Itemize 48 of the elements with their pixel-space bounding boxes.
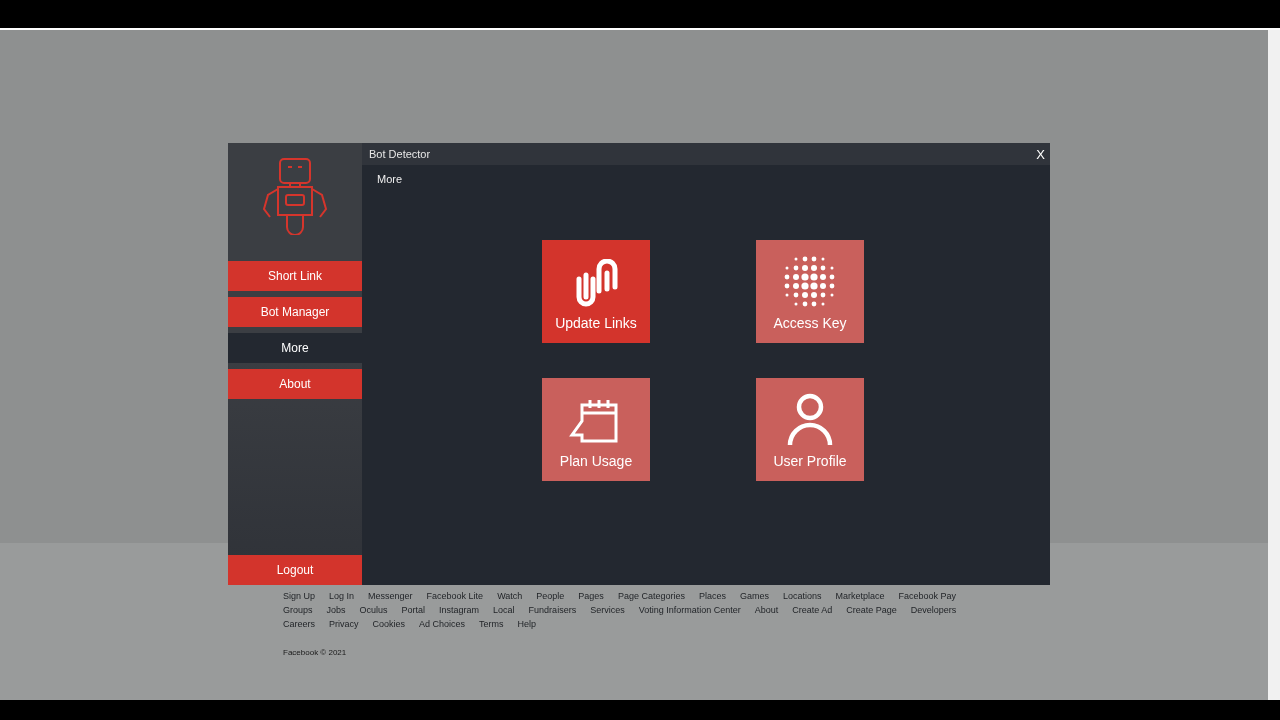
menu-tile[interactable]: Access Key [756, 240, 864, 343]
robot-icon [260, 157, 330, 235]
sidebar-item[interactable]: About [228, 369, 362, 399]
sidebar-item[interactable]: Short Link [228, 261, 362, 291]
sidebar-item[interactable]: Bot Manager [228, 297, 362, 327]
menu-tile[interactable]: User Profile [756, 378, 864, 481]
footer-link[interactable]: Messenger [368, 591, 413, 602]
menu-tile[interactable]: Update Links [542, 240, 650, 343]
footer-link[interactable]: Groups [283, 605, 313, 616]
close-button[interactable]: X [1031, 144, 1050, 164]
footer-link[interactable]: Terms [479, 619, 504, 630]
footer-link[interactable]: Log In [329, 591, 355, 602]
footer-link[interactable]: Oculus [359, 605, 388, 616]
footer-link[interactable]: Pages [578, 591, 604, 602]
footer-link[interactable]: Create Ad [792, 605, 833, 616]
footer-link[interactable]: Help [517, 619, 537, 630]
user-icon [787, 393, 833, 447]
footer-link[interactable]: Facebook Pay [898, 591, 957, 602]
dots-icon [783, 255, 837, 309]
footer-link[interactable]: Marketplace [835, 591, 885, 602]
footer-link[interactable]: Create Page [846, 605, 897, 616]
footer-link[interactable]: About [754, 605, 779, 616]
menu-tile[interactable]: Plan Usage [542, 378, 650, 481]
footer-link[interactable]: Developers [910, 605, 957, 616]
footer-link[interactable]: Locations [782, 591, 822, 602]
sidebar-item[interactable]: More [228, 333, 362, 363]
footer-link[interactable]: Voting Information Center [638, 605, 741, 616]
section-heading: More [377, 173, 403, 185]
footer-link[interactable]: Jobs [326, 605, 346, 616]
window-title: Bot Detector [369, 148, 431, 160]
footer-link[interactable]: Cookies [372, 619, 406, 630]
footer-link[interactable]: Local [493, 605, 515, 616]
copyright-text: Facebook © 2021 [283, 648, 348, 657]
footer-link[interactable]: Sign Up [283, 591, 316, 602]
footer-link[interactable]: Privacy [329, 619, 359, 630]
footer-link[interactable]: Services [590, 605, 625, 616]
footer-link[interactable]: Page Categories [617, 591, 685, 602]
footer-link[interactable]: Places [698, 591, 726, 602]
footer-link[interactable]: Portal [401, 605, 426, 616]
footer-link[interactable]: Watch [497, 591, 523, 602]
footer-link[interactable]: Games [739, 591, 769, 602]
footer-link[interactable]: Facebook Lite [426, 591, 484, 602]
footer-link[interactable]: People [536, 591, 565, 602]
footer-link[interactable]: Careers [283, 619, 315, 630]
footer-link[interactable]: Instagram [439, 605, 480, 616]
footer-link[interactable]: Fundraisers [528, 605, 577, 616]
footer-link[interactable]: Ad Choices [419, 619, 466, 630]
logout-button[interactable]: Logout [228, 555, 362, 585]
